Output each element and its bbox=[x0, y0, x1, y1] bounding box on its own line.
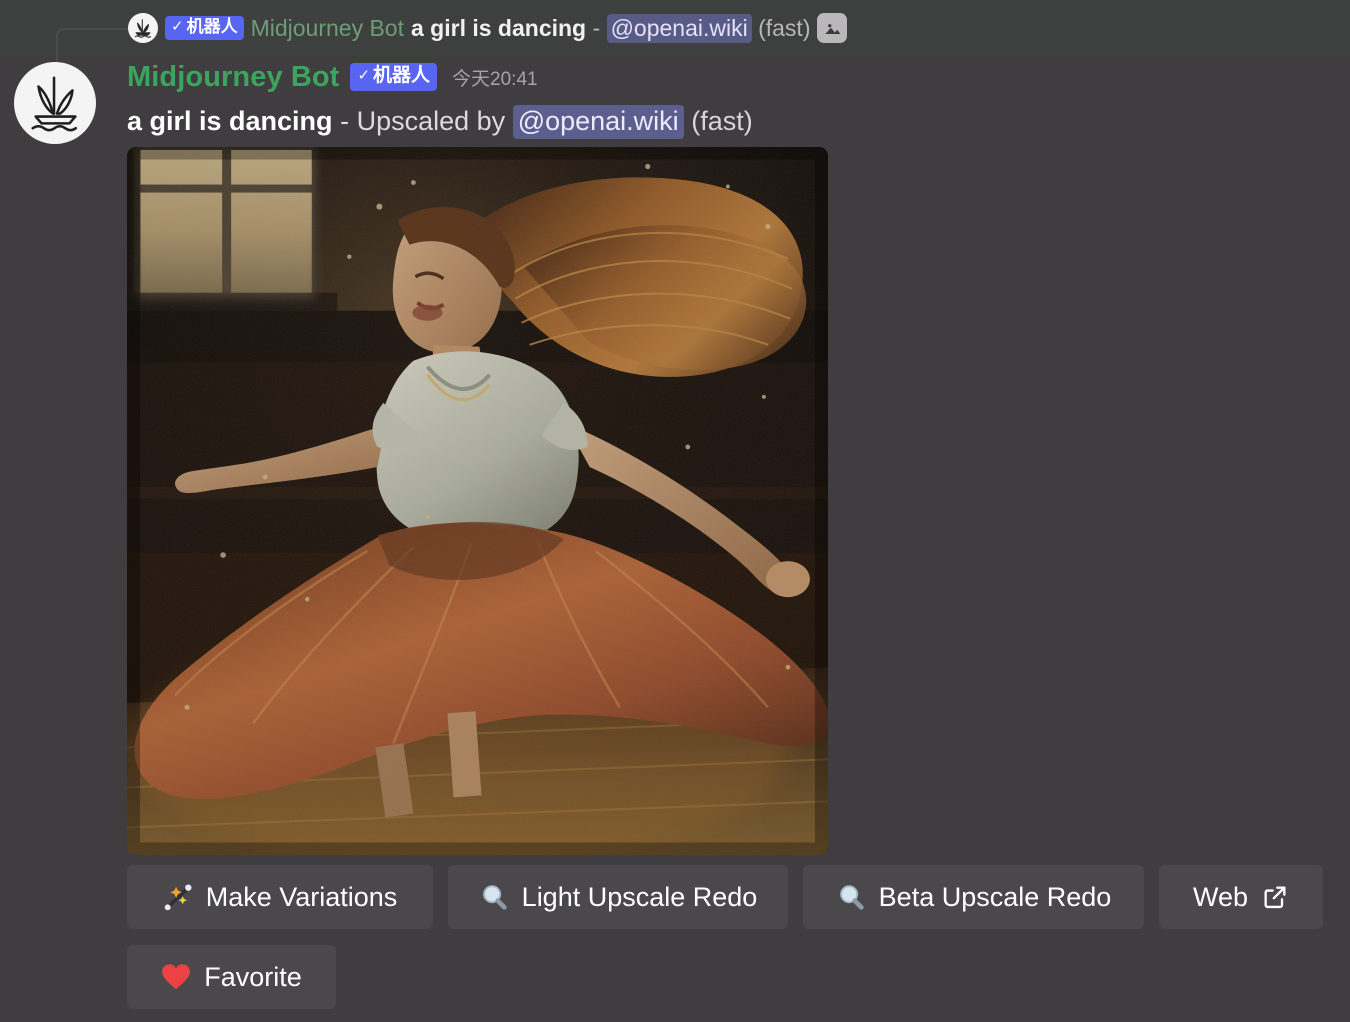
midjourney-sailboat-icon[interactable] bbox=[14, 62, 96, 144]
light-upscale-redo-label: Light Upscale Redo bbox=[521, 881, 758, 912]
reply-bot-badge-label: 机器人 bbox=[186, 17, 238, 37]
external-link-icon bbox=[1261, 883, 1289, 911]
message-speed-mode: (fast) bbox=[691, 106, 753, 136]
make-variations-label: Make Variations bbox=[205, 881, 398, 912]
reply-speed-mode: (fast) bbox=[758, 14, 811, 41]
bot-badge-label: 机器人 bbox=[373, 65, 431, 87]
web-label: Web bbox=[1192, 881, 1249, 912]
action-button-row-1: Make Variations Light Upscale Redo Beta … bbox=[127, 865, 1338, 929]
message-action-text: Upscaled by bbox=[356, 106, 506, 136]
action-button-row-2: Favorite bbox=[127, 945, 351, 1009]
reply-reference-bar[interactable]: ✓ 机器人 Midjourney Bot a girl is dancing - … bbox=[0, 0, 1350, 70]
magnifier-icon bbox=[836, 882, 866, 912]
heart-icon bbox=[161, 963, 191, 991]
magnifier-icon bbox=[479, 882, 509, 912]
image-icon bbox=[817, 13, 848, 43]
favorite-button[interactable]: Favorite bbox=[127, 945, 336, 1009]
web-button[interactable]: Web bbox=[1159, 865, 1323, 929]
reply-reference-content[interactable]: ✓ 机器人 Midjourney Bot a girl is dancing - … bbox=[128, 8, 848, 48]
reply-bot-badge: ✓ 机器人 bbox=[165, 16, 244, 40]
message-separator: - bbox=[340, 106, 350, 136]
reply-author-name[interactable]: Midjourney Bot bbox=[251, 15, 404, 42]
message-header: Midjourney Bot ✓ 机器人 今天20:41 bbox=[127, 56, 1340, 98]
message-body: Midjourney Bot ✓ 机器人 今天20:41 a girl is da… bbox=[127, 56, 1340, 139]
magic-wand-icon bbox=[163, 882, 193, 912]
beta-upscale-redo-button[interactable]: Beta Upscale Redo bbox=[803, 865, 1144, 929]
favorite-label: Favorite bbox=[204, 961, 302, 992]
make-variations-button[interactable]: Make Variations bbox=[127, 865, 433, 929]
generated-image-attachment[interactable] bbox=[127, 147, 828, 855]
midjourney-sailboat-icon bbox=[128, 13, 158, 43]
reply-separator: - bbox=[592, 14, 601, 41]
bot-verified-check-icon: ✓ bbox=[171, 18, 184, 36]
bot-badge: ✓ 机器人 bbox=[350, 63, 438, 91]
message-mention[interactable]: @openai.wiki bbox=[512, 105, 684, 139]
reply-prompt-text: a girl is dancing bbox=[411, 14, 587, 41]
light-upscale-redo-button[interactable]: Light Upscale Redo bbox=[448, 865, 788, 929]
bot-verified-check-icon: ✓ bbox=[357, 66, 371, 84]
reply-mention[interactable]: @openai.wiki bbox=[606, 13, 752, 43]
message-author-name[interactable]: Midjourney Bot bbox=[127, 61, 339, 94]
beta-upscale-redo-label: Beta Upscale Redo bbox=[878, 881, 1112, 912]
message-timestamp: 今天20:41 bbox=[452, 68, 538, 90]
message-prompt-text: a girl is dancing bbox=[127, 106, 333, 136]
reply-message-preview: a girl is dancing - @openai.wiki (fast) bbox=[411, 13, 811, 43]
message-content: a girl is dancing - Upscaled by @openai.… bbox=[127, 105, 1340, 139]
